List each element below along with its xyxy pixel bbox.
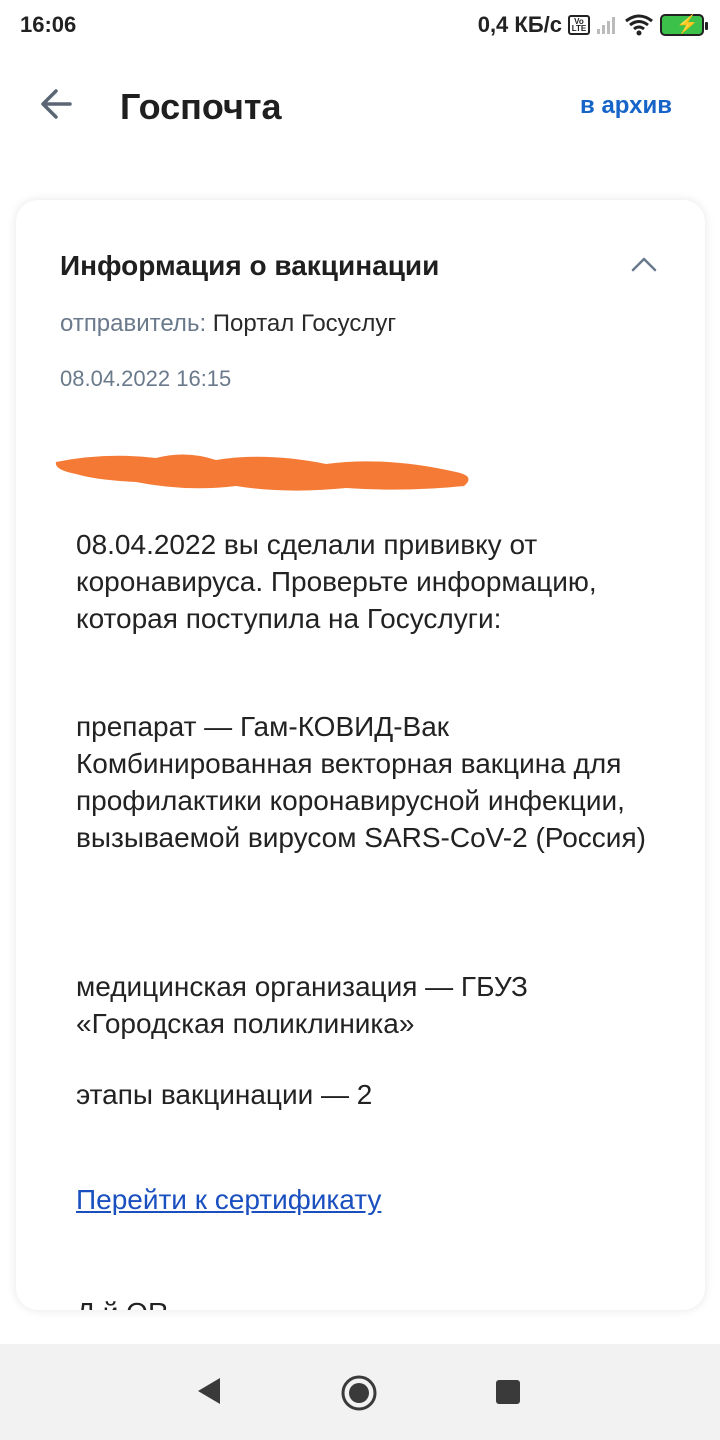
battery-icon: ⚡ bbox=[660, 14, 708, 36]
volte-icon: Vo LTE bbox=[568, 15, 590, 35]
message-sender: отправитель: Портал Госуслуг bbox=[60, 310, 396, 338]
message-paragraph: медицинская организация — ГБУЗ «Городска… bbox=[76, 971, 528, 1039]
message-paragraph: 08.04.2022 вы сделали прививку от корона… bbox=[76, 529, 597, 634]
message-title: Информация о вакцинации bbox=[60, 250, 440, 281]
certificate-link[interactable]: Перейти к сертификату bbox=[76, 1184, 381, 1216]
archive-button[interactable]: в архив bbox=[580, 92, 672, 120]
sender-label: отправитель: bbox=[60, 310, 207, 337]
nav-home-icon[interactable] bbox=[340, 1374, 378, 1412]
message-date: 08.04.2022 16:15 bbox=[60, 366, 232, 391]
system-nav-bar bbox=[0, 1344, 720, 1440]
arrow-left-icon[interactable] bbox=[36, 84, 76, 124]
sender-name: Портал Госуслуг bbox=[212, 310, 397, 337]
chevron-up-icon[interactable] bbox=[629, 252, 659, 276]
page-title: Госпочта bbox=[120, 86, 282, 127]
status-icons: 0,4 КБ/с Vo LTE ⚡ bbox=[477, 12, 708, 38]
app-header: Госпочта в архив bbox=[0, 70, 720, 150]
nav-recents-icon[interactable] bbox=[496, 1380, 520, 1404]
message-paragraph: препарат — Гам-КОВИД-Вак Комбинированная… bbox=[76, 711, 646, 853]
status-bar: 16:06 0,4 КБ/с Vo LTE ⚡ bbox=[0, 0, 720, 50]
wifi-icon bbox=[625, 14, 653, 36]
message-card: Информация о вакцинации отправитель: Пор… bbox=[16, 200, 705, 1310]
message-paragraph: этапы вакцинации — 2 bbox=[76, 1079, 373, 1110]
nav-back-icon[interactable] bbox=[194, 1376, 222, 1406]
charging-bolt-icon: ⚡ bbox=[676, 14, 699, 34]
status-time: 16:06 bbox=[20, 12, 77, 37]
truncated-text: Д й QR bbox=[76, 1294, 676, 1310]
redaction-scribble bbox=[55, 454, 469, 491]
network-speed: 0,4 КБ/с bbox=[477, 12, 562, 37]
signal-icon bbox=[597, 17, 615, 34]
